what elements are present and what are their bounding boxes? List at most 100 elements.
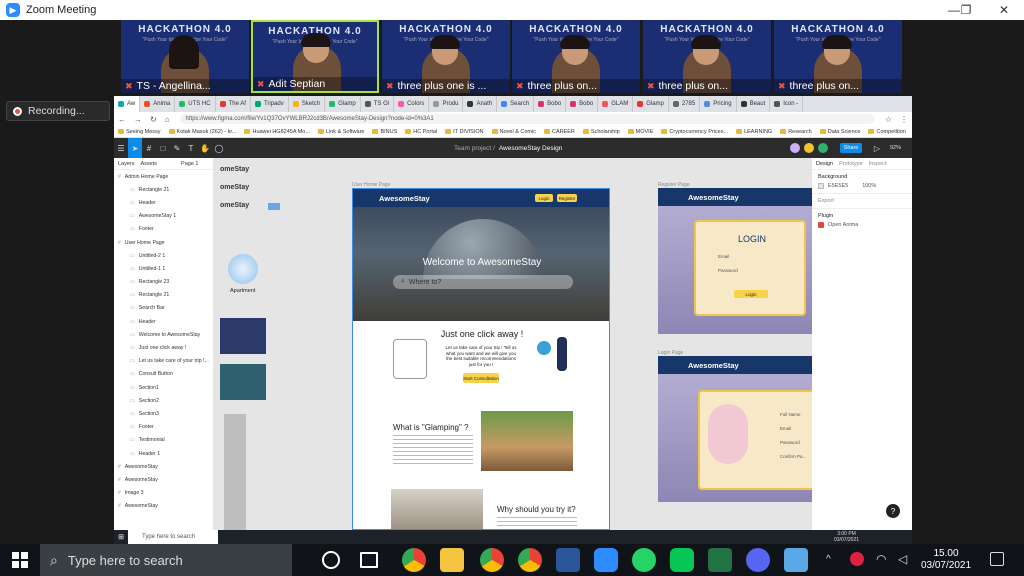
wifi-icon[interactable]: ◠	[876, 552, 886, 566]
design-tab[interactable]: Prototype	[839, 161, 863, 167]
figma-menu-icon[interactable]: ☰	[114, 138, 128, 158]
layer-item[interactable]: ▭ Welcome to AwesomeStay	[114, 328, 213, 341]
present-icon[interactable]: ▷	[870, 138, 884, 158]
login-submit-button[interactable]: Login	[734, 290, 768, 298]
hand-tool-icon[interactable]: ✋	[198, 138, 212, 158]
file-breadcrumb[interactable]: Team project / AwesomeStay Design	[454, 138, 562, 158]
participant-video[interactable]: HACKATHON 4.0"Push Your Idea, Actualize …	[121, 20, 249, 93]
partial-frame[interactable]	[224, 414, 246, 530]
full-name-field[interactable]: Full Name	[780, 412, 801, 417]
close-button[interactable]: ✕	[990, 0, 1018, 20]
layer-item[interactable]: # Admin Home Page	[114, 170, 213, 183]
collaborator-avatar[interactable]	[804, 143, 814, 153]
browser-tab[interactable]: 2785	[669, 96, 701, 112]
email-field[interactable]: Email	[718, 254, 729, 259]
layers-tab[interactable]: Page 1	[181, 161, 198, 167]
layer-item[interactable]: ▭ Untitled-1 1	[114, 262, 213, 275]
background-swatch[interactable]	[818, 183, 824, 189]
bookmark-item[interactable]: Data Science	[819, 129, 860, 135]
login-button[interactable]: Login	[535, 194, 553, 202]
layer-item[interactable]: ▭ Section3	[114, 407, 213, 420]
recording-indicator[interactable]: Recording...	[6, 101, 110, 121]
export-section[interactable]: Export	[812, 193, 912, 208]
browser-tab[interactable]: Glamp	[633, 96, 669, 112]
share-button[interactable]: Share	[840, 143, 862, 153]
browser-tab[interactable]: Search	[497, 96, 535, 112]
plugin-name[interactable]: Open Anima	[828, 222, 858, 228]
help-icon[interactable]: ?	[886, 504, 900, 518]
excel-icon[interactable]	[708, 548, 732, 572]
bookmark-item[interactable]: Research	[780, 129, 812, 135]
participant-video[interactable]: HACKATHON 4.0"Push Your Idea, Actualize …	[512, 20, 640, 93]
whatsapp-icon[interactable]	[632, 548, 656, 572]
layer-item[interactable]: ▭ Rectangle 21	[114, 183, 213, 196]
layer-item[interactable]: ▭ Let us take care of your trip !...	[114, 355, 213, 368]
browser-tab[interactable]: Glamp	[325, 96, 361, 112]
design-tab[interactable]: Design	[816, 161, 833, 167]
consult-button[interactable]: Start Consultation	[463, 373, 499, 383]
bookmark-item[interactable]: CAREER	[543, 129, 575, 135]
register-frame[interactable]: AwesomeStay Full Name Email Password Con…	[658, 356, 812, 502]
task-view-icon[interactable]	[360, 552, 378, 568]
layer-item[interactable]: ▭ Header	[114, 196, 213, 209]
chrome-icon[interactable]	[402, 548, 426, 572]
password-field[interactable]: Password	[780, 440, 800, 445]
volume-icon[interactable]: ◁	[898, 552, 907, 566]
layer-item[interactable]: ▭ Rectangle 23	[114, 276, 213, 289]
collaborator-avatar[interactable]	[790, 143, 800, 153]
move-tool-icon[interactable]: ➤	[128, 138, 142, 158]
browser-tab[interactable]: GLAM	[598, 96, 634, 112]
password-field[interactable]: Password	[718, 268, 738, 273]
browser-tab[interactable]: TS Gl	[361, 96, 395, 112]
login-frame[interactable]: AwesomeStay LOGIN Email Password Login	[658, 188, 812, 334]
layer-item[interactable]: ▭ Footer	[114, 223, 213, 236]
figma-canvas[interactable]: omeStay omeStay omeStay Apartment User H…	[214, 158, 812, 530]
chrome-icon[interactable]	[518, 548, 542, 572]
layers-tab[interactable]: Assets	[141, 161, 158, 167]
browser-tab[interactable]: Bobo	[534, 96, 567, 112]
layer-item[interactable]: ▭ Untitled-2 1	[114, 249, 213, 262]
user-home-frame[interactable]: AwesomeStay Login Register Welcome to Aw…	[352, 188, 610, 530]
notifications-icon[interactable]	[990, 552, 1004, 566]
background-opacity[interactable]: 100%	[862, 183, 876, 189]
layer-item[interactable]: ▭ Header	[114, 315, 213, 328]
browser-tab[interactable]: Pricing	[700, 96, 737, 112]
layer-item[interactable]: ▭ Rectangle 21	[114, 289, 213, 302]
back-icon[interactable]: ←	[118, 115, 126, 124]
bookmark-item[interactable]: LEARNING	[736, 129, 772, 135]
bookmark-item[interactable]: Cryptocurrency Prices...	[661, 129, 728, 135]
layer-item[interactable]: # AwesomeStay	[114, 500, 213, 513]
bookmark-item[interactable]: HC Portal	[405, 129, 437, 135]
bookmark-item[interactable]: BINUS	[372, 129, 397, 135]
design-tab[interactable]: Inspect	[869, 161, 887, 167]
participant-video[interactable]: HACKATHON 4.0"Push Your Idea, Actualize …	[643, 20, 771, 93]
bookmark-item[interactable]: Novel & Comic	[491, 129, 536, 135]
bookmark-item[interactable]: Huawei HG8245A Mo...	[244, 129, 310, 135]
confirm-password-field[interactable]: Confirm Pa...	[780, 454, 806, 459]
url-field[interactable]: https://www.figma.com/file/Yv1Q37OvYWLBR…	[179, 114, 875, 124]
layers-tab[interactable]: Layers	[118, 161, 135, 167]
bookmark-item[interactable]: Scholarship	[582, 129, 620, 135]
browser-tab[interactable]: The Af	[216, 96, 251, 112]
browser-tab[interactable]: Produ	[429, 96, 464, 112]
layer-item[interactable]: ▭ Search Bar	[114, 302, 213, 315]
layer-item[interactable]: ▭ Header 1	[114, 447, 213, 460]
restore-button[interactable]: ❐	[952, 0, 980, 20]
layer-item[interactable]: ▭ Footer	[114, 421, 213, 434]
bookmark-item[interactable]: Link & Software	[317, 129, 364, 135]
clock[interactable]: 15.00 03/07/2021	[916, 548, 976, 572]
tray-chevron-icon[interactable]: ^	[826, 554, 831, 565]
layer-item[interactable]: ▭ Just one click away !	[114, 341, 213, 354]
comment-tool-icon[interactable]: ◯	[212, 138, 226, 158]
email-field[interactable]: Email	[780, 426, 791, 431]
frame-tool-icon[interactable]: #	[142, 138, 156, 158]
layer-item[interactable]: ▭ AwesomeStay 1	[114, 210, 213, 223]
layer-item[interactable]: ▭ Section2	[114, 394, 213, 407]
discord-icon[interactable]	[746, 548, 770, 572]
cortana-icon[interactable]	[322, 551, 340, 569]
reload-icon[interactable]: ↻	[150, 115, 157, 124]
collaborator-avatar[interactable]	[818, 143, 828, 153]
participant-video[interactable]: HACKATHON 4.0"Push Your Idea, Actualize …	[774, 20, 902, 93]
layer-item[interactable]: ▭ Section1	[114, 381, 213, 394]
zoom-icon[interactable]	[594, 548, 618, 572]
